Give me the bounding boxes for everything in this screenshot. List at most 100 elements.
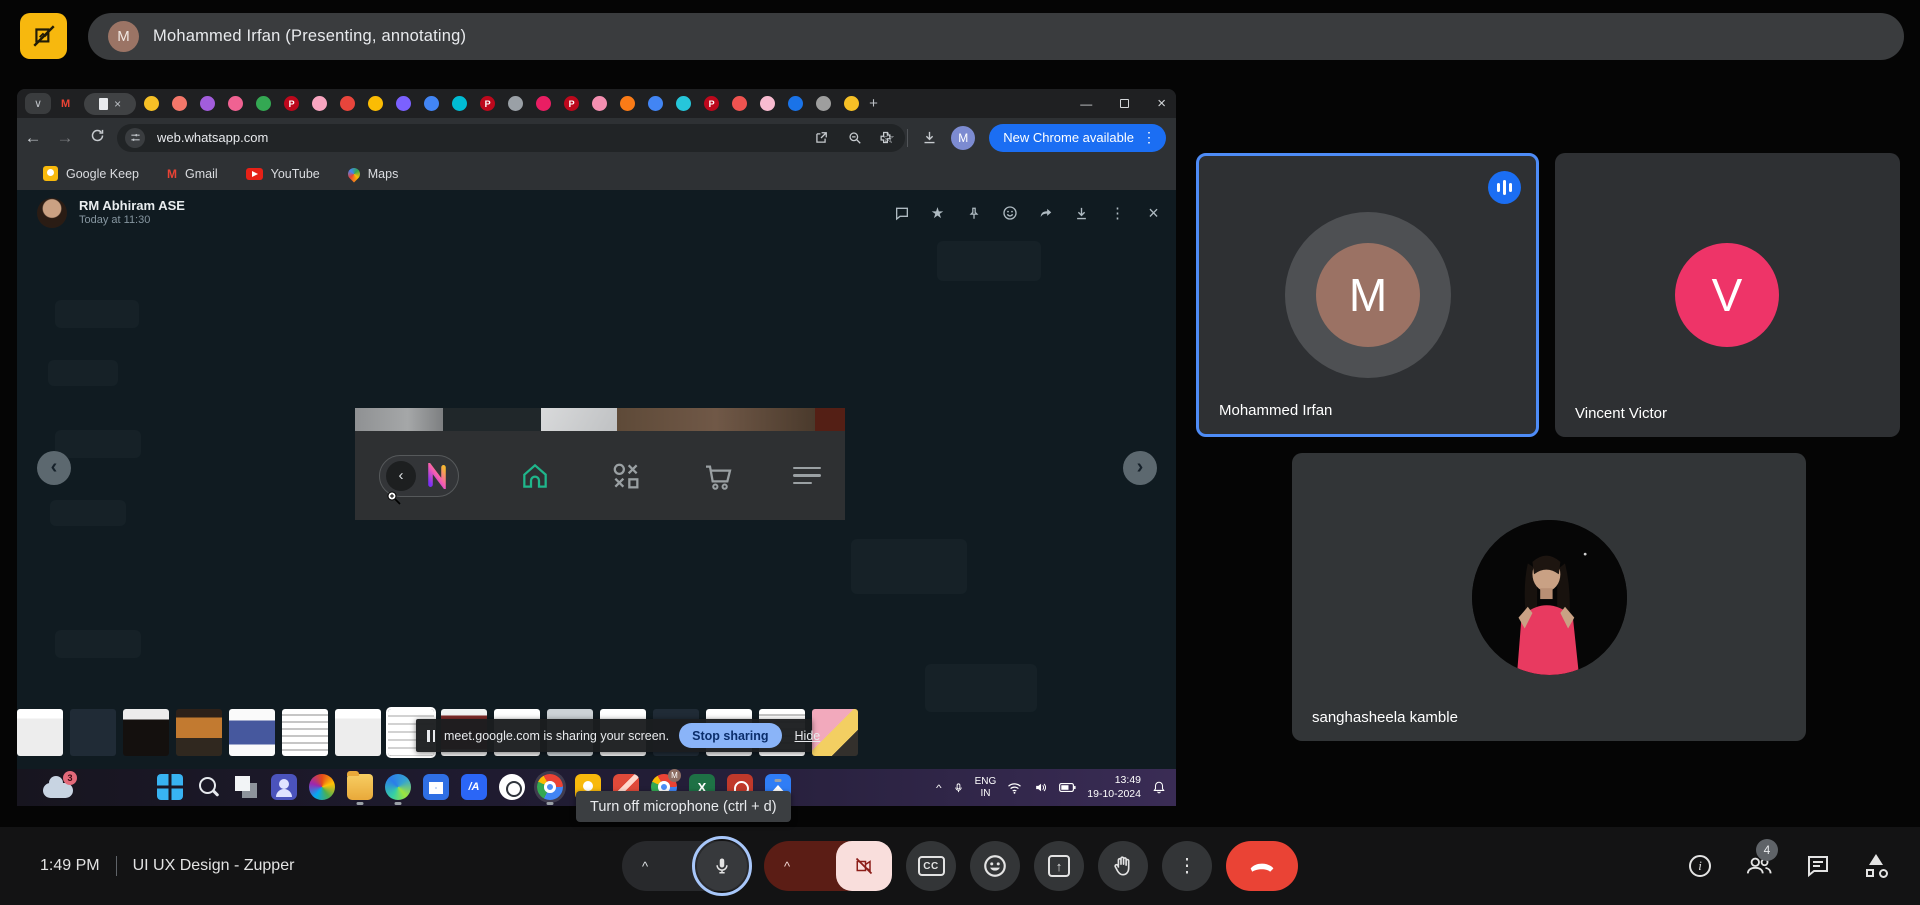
tab-search-chevron[interactable]: ∨ [25,93,51,114]
tab-favicon[interactable] [676,96,692,111]
tab-favicon[interactable] [228,96,244,111]
camera-options-chevron[interactable]: ^ [764,859,810,874]
reload-icon[interactable] [81,128,113,148]
open-in-new-icon[interactable] [814,131,828,145]
battery-icon[interactable] [1059,782,1076,793]
raise-hand-button[interactable] [1098,841,1148,891]
image-thumbnail[interactable] [17,709,63,756]
taskbar-icon-store[interactable] [423,774,449,800]
message-icon[interactable] [893,205,910,222]
pin-icon[interactable] [965,205,982,222]
present-button[interactable]: ↑ [1034,841,1084,891]
forward-icon[interactable]: → [49,128,81,148]
gmail-tab-favicon[interactable]: M [61,98,70,110]
tile-sanghasheela[interactable]: sanghasheela kamble [1292,453,1806,741]
wifi-icon[interactable] [1007,782,1022,794]
new-tab-button[interactable]: + [869,95,878,112]
notification-bell-icon[interactable] [1152,780,1166,795]
tile-mohammed[interactable]: M Mohammed Irfan [1196,153,1539,437]
stop-sharing-button[interactable]: Stop sharing [679,723,782,748]
mic-options-chevron[interactable]: ^ [622,859,668,874]
tab-favicon[interactable] [648,96,664,111]
camera-button[interactable] [836,841,892,891]
tab-favicon[interactable]: P [564,96,580,111]
taskbar-icon-teams[interactable] [271,774,297,800]
reactions-button[interactable] [970,841,1020,891]
tab-favicon[interactable]: P [480,96,496,111]
tab-favicon[interactable]: P [704,96,720,111]
bookmark-gmail[interactable]: M Gmail [167,167,218,181]
taskbar-icon-task[interactable] [233,774,259,800]
tab-favicon[interactable] [200,96,216,111]
close-viewer-icon[interactable]: × [1145,203,1162,223]
image-thumbnail[interactable] [70,709,116,756]
hide-link[interactable]: Hide [795,729,821,743]
image-thumbnail[interactable] [123,709,169,756]
back-icon[interactable]: ← [17,128,49,148]
meeting-details-button[interactable]: i [1687,853,1713,879]
tab-favicon[interactable] [508,96,524,111]
taskbar-icon-chrome[interactable] [537,774,563,800]
tab-favicon[interactable] [760,96,776,111]
taskbar-icon-win[interactable] [157,774,183,800]
contact-avatar[interactable] [37,198,67,228]
tab-favicon[interactable] [312,96,328,111]
forward-icon[interactable] [1037,205,1054,222]
pause-icon[interactable] [427,729,435,742]
captions-button[interactable]: CC [906,841,956,891]
tile-vincent[interactable]: V Vincent Victor [1555,153,1900,437]
browser-menu-icon[interactable]: ⋮ [1142,129,1156,146]
tab-favicon[interactable] [368,96,384,111]
bookmark-youtube[interactable]: YouTube [245,167,320,181]
taskbar-icon-edge[interactable] [385,774,411,800]
more-options-button[interactable]: ⋮ [1162,841,1212,891]
emoji-icon[interactable] [1001,205,1018,222]
tab-favicon[interactable] [396,96,412,111]
tray-overflow-chevron[interactable]: ^ [936,782,942,793]
annotation-app-icon[interactable] [20,13,67,59]
extensions-icon[interactable] [878,130,893,145]
bookmark-google-keep[interactable]: Google Keep [43,166,139,181]
tab-favicon[interactable] [732,96,748,111]
tray-mic-icon[interactable] [953,781,964,795]
address-bar[interactable]: web.whatsapp.com ☆ [117,123,905,152]
search-in-page-icon[interactable] [848,131,862,145]
language-indicator[interactable]: ENG IN [975,776,997,800]
image-thumbnail[interactable] [282,709,328,756]
profile-avatar[interactable]: M [951,125,976,150]
download-icon[interactable] [1073,205,1090,222]
more-options-icon[interactable]: ⋮ [1109,205,1126,222]
image-thumbnail[interactable] [335,709,381,756]
tab-favicon[interactable] [536,96,552,111]
bookmark-maps[interactable]: Maps [345,165,398,182]
taskbar-icon-folder[interactable] [347,771,373,800]
tab-favicon[interactable] [816,96,832,111]
end-call-button[interactable] [1226,841,1298,891]
tab-favicon[interactable] [340,96,356,111]
star-icon[interactable]: ★ [929,205,946,222]
chrome-update-button[interactable]: New Chrome available ⋮ [989,123,1166,152]
image-thumbnail[interactable] [176,709,222,756]
tab-favicon[interactable] [844,96,860,111]
tab-favicon[interactable] [592,96,608,111]
taskbar-icon-office[interactable] [309,774,335,800]
tab-favicon[interactable] [256,96,272,111]
chat-button[interactable] [1805,853,1831,879]
activities-button[interactable] [1864,853,1890,879]
maximize-button[interactable] [1120,99,1130,108]
tab-favicon[interactable] [172,96,188,111]
close-button[interactable]: × [1157,95,1166,112]
tab-favicon[interactable] [452,96,468,111]
tab-close-icon[interactable]: × [114,98,121,110]
taskbar-icon-ai[interactable] [461,774,487,800]
widgets-button[interactable]: 3 [43,771,77,800]
tab-favicon[interactable] [144,96,160,111]
volume-icon[interactable] [1033,781,1048,794]
shared-image[interactable]: ‹ [355,408,845,520]
taskbar-icon-search[interactable] [195,774,221,800]
image-thumbnail[interactable] [229,709,275,756]
tab-favicon[interactable]: P [284,96,300,111]
taskbar-icon-wa[interactable] [499,774,525,800]
mic-button[interactable] [692,836,752,896]
tab-favicon[interactable] [620,96,636,111]
